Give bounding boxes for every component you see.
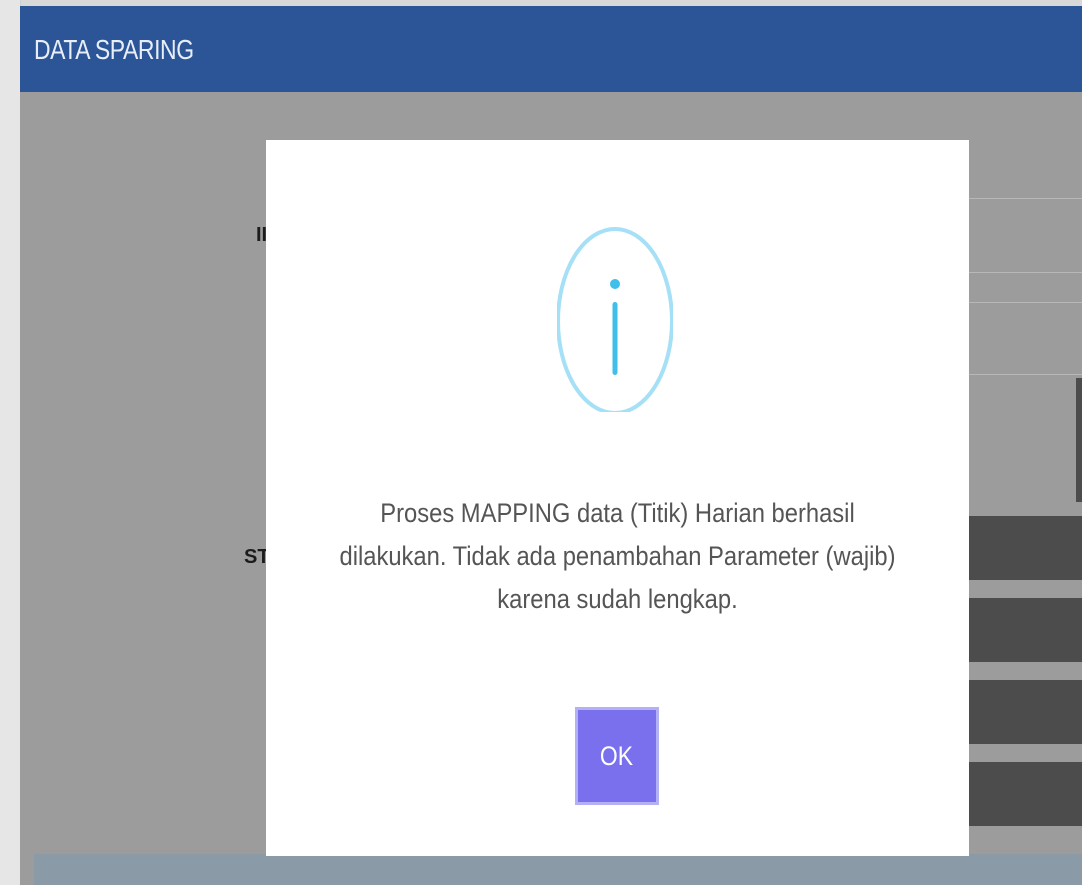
ok-button-label: OK [600,740,634,771]
background-field-divider [969,302,1082,303]
background-footer-strip [34,854,1082,885]
panel-header: DATA SPARING [20,6,1082,92]
info-dialog: Proses MAPPING data (Titik) Harian berha… [266,140,969,856]
background-scroll-edge [1076,378,1082,502]
background-field-divider [969,272,1082,273]
background-field-divider [969,374,1082,375]
info-icon [557,227,673,412]
outer-frame [0,0,21,885]
ok-button[interactable]: OK [575,707,659,805]
background-action-bar [969,762,1082,826]
dialog-message: Proses MAPPING data (Titik) Harian berha… [339,498,896,614]
background-action-bar [969,516,1082,580]
background-action-bar [969,680,1082,744]
background-field-divider [969,198,1082,199]
background-action-bar [969,598,1082,662]
panel-title: DATA SPARING [34,34,194,65]
